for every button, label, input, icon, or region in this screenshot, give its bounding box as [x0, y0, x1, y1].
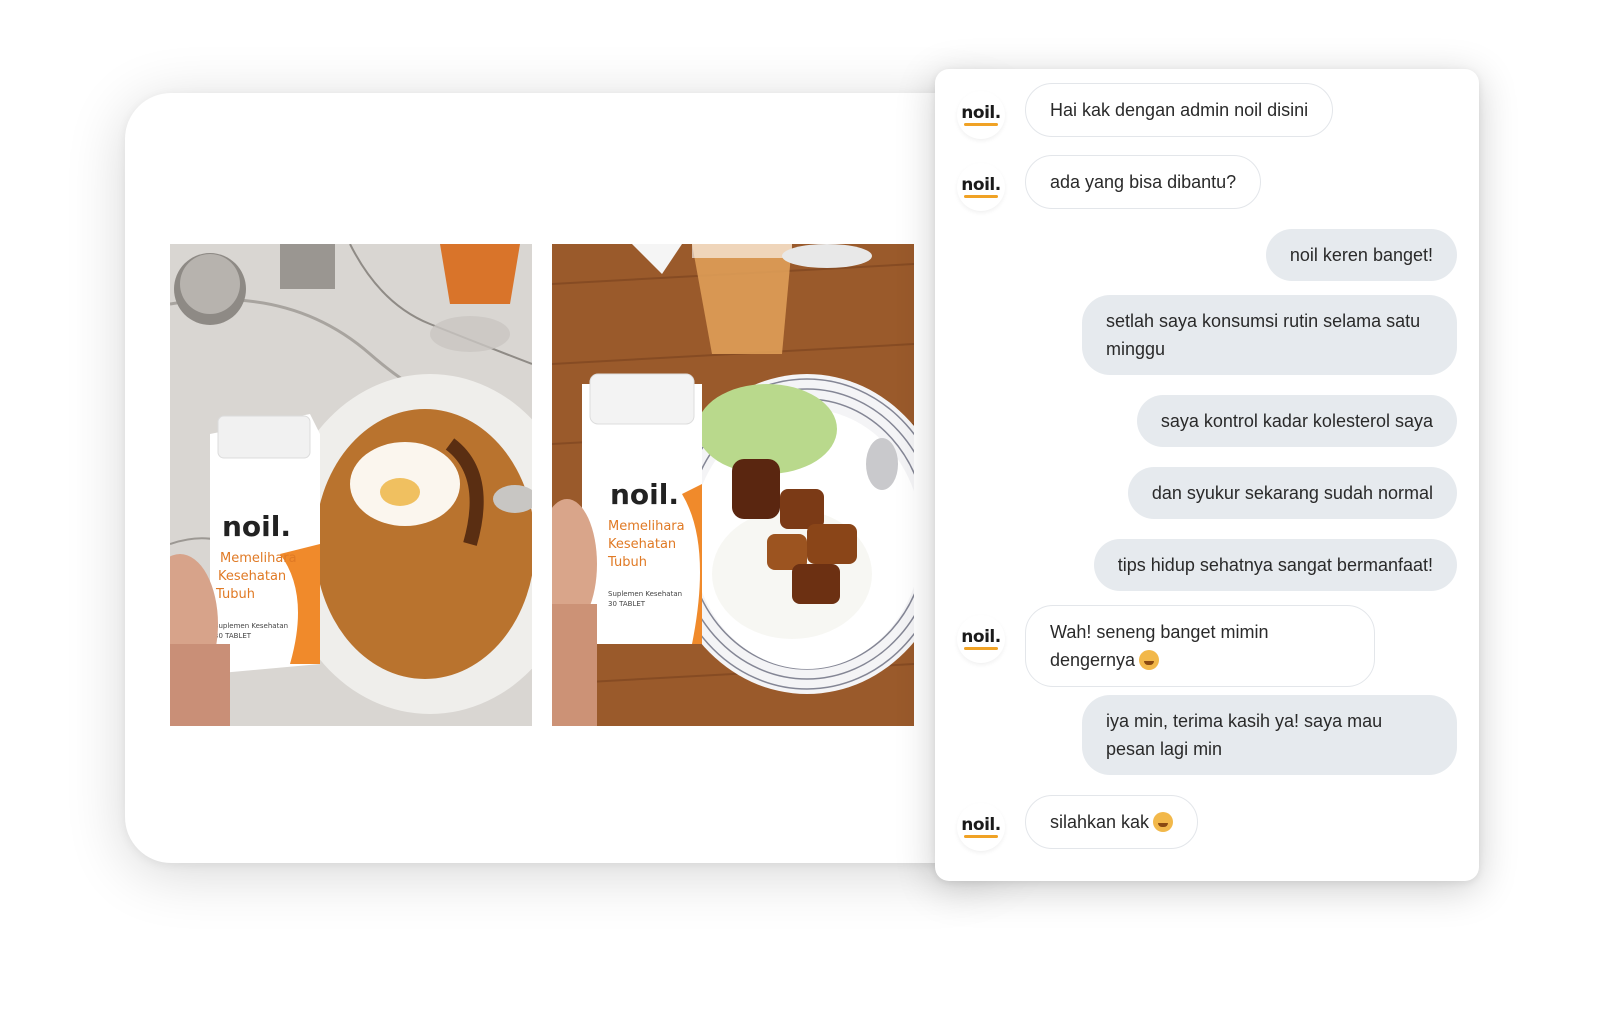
noil-logo: noil.: [961, 102, 1001, 123]
grinning-face-emoji-icon: [1139, 650, 1160, 670]
chat-message-user: dan syukur sekarang sudah normal: [1127, 467, 1457, 519]
svg-text:30 TABLET: 30 TABLET: [214, 632, 252, 640]
chat-message-user: tips hidup sehatnya sangat bermanfaat!: [1093, 539, 1457, 591]
chat-message-user: setlah saya konsumsi rutin selama satu m…: [1082, 295, 1457, 375]
noil-logo: noil.: [961, 626, 1001, 647]
chat-message-user: noil keren banget!: [1265, 229, 1457, 281]
chat-message-text: silahkan kak: [1050, 812, 1150, 832]
chat-message-admin: silahkan kak: [1025, 795, 1199, 849]
svg-text:noil.: noil.: [610, 478, 679, 511]
noil-logo: noil.: [961, 814, 1001, 835]
chat-message-admin: Hai kak dengan admin noil disini: [1025, 83, 1334, 137]
svg-text:Tubuh: Tubuh: [607, 555, 647, 570]
chat-message-text: Wah! seneng banget mimin dengernya: [1050, 622, 1269, 670]
svg-text:Suplemen Kesehatan: Suplemen Kesehatan: [214, 622, 288, 630]
admin-avatar: noil.: [957, 163, 1005, 211]
svg-text:Tubuh: Tubuh: [215, 587, 255, 602]
admin-avatar: noil.: [957, 91, 1005, 139]
admin-avatar: noil.: [957, 803, 1005, 851]
product-photo-fried-rice: noil. Memelihara Kesehatan Tubuh Supleme…: [170, 244, 532, 726]
noil-logo: noil.: [961, 174, 1001, 195]
svg-text:Memelihara: Memelihara: [220, 551, 297, 566]
testimonial-section: noil. Memelihara Kesehatan Tubuh Supleme…: [0, 0, 1600, 1017]
admin-avatar: noil.: [957, 615, 1005, 663]
chat-message-admin: Wah! seneng banget mimin dengernya: [1025, 605, 1375, 687]
photo-fried-rice-illustration: noil. Memelihara Kesehatan Tubuh Supleme…: [170, 244, 532, 726]
photo-chicken-rice-illustration: noil. Memelihara Kesehatan Tubuh Supleme…: [552, 244, 914, 726]
svg-text:Kesehatan: Kesehatan: [218, 569, 286, 584]
svg-text:Suplemen Kesehatan: Suplemen Kesehatan: [608, 590, 682, 598]
svg-text:Kesehatan: Kesehatan: [608, 537, 676, 552]
logo-underline: [964, 646, 998, 650]
product-photo-chicken-rice: noil. Memelihara Kesehatan Tubuh Supleme…: [552, 244, 914, 726]
logo-underline: [964, 122, 998, 126]
chat-window: noil. Hai kak dengan admin noil disini n…: [935, 69, 1479, 881]
grinning-face-emoji-icon: [1153, 812, 1174, 832]
logo-underline: [964, 194, 998, 198]
logo-underline: [964, 834, 998, 838]
chat-message-user: saya kontrol kadar kolesterol saya: [1136, 395, 1457, 447]
chat-message-admin: ada yang bisa dibantu?: [1025, 155, 1262, 209]
chat-message-user: iya min, terima kasih ya! saya mau pesan…: [1082, 695, 1457, 775]
svg-text:30 TABLET: 30 TABLET: [608, 600, 646, 608]
svg-text:Memelihara: Memelihara: [608, 519, 685, 534]
bottle-brand-text: noil.: [222, 510, 291, 543]
